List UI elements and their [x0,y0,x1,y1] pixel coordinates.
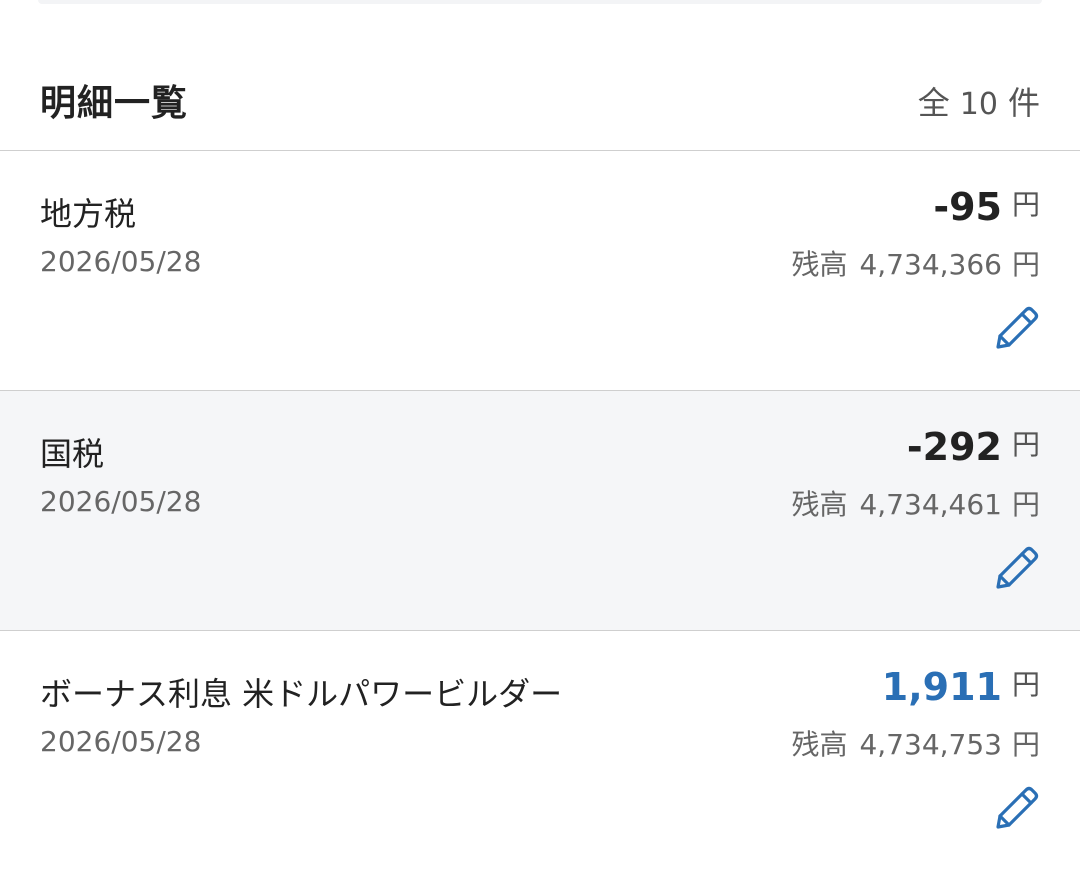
balance-group: 残高 4,734,753 円 [791,723,1040,763]
balance-group: 残高 4,734,461 円 [791,483,1040,523]
currency-unit: 円 [1011,188,1040,221]
page-title: 明細一覧 [40,83,189,124]
balance-value: 4,734,366 [859,248,1002,281]
balance-label: 残高 [791,488,848,521]
list-header: 明細一覧 全 10 件 [0,40,1080,151]
total-count: 全 10 件 [918,78,1040,124]
transaction-name: ボーナス利息 米ドルパワービルダー [40,675,563,713]
currency-unit: 円 [1011,668,1040,701]
balance-value: 4,734,461 [859,488,1002,521]
pencil-icon[interactable] [992,543,1042,593]
count-suffix: 件 [1007,84,1040,122]
currency-unit: 円 [1011,248,1040,281]
transaction-amount: 1,911 [881,665,1002,709]
transaction-amount-group: 1,911 円 [882,665,1040,709]
transaction-row[interactable]: ボーナス利息 米ドルパワービルダー 2026/05/28 1,911 円 残高 … [0,631,1080,870]
balance-label: 残高 [791,728,848,761]
transaction-name: 国税 [40,435,105,473]
pencil-icon[interactable] [992,303,1042,353]
transaction-amount: -292 [906,425,1002,469]
transaction-amount-group: -95 円 [933,185,1040,229]
balance-label: 残高 [791,248,848,281]
previous-card-edge [38,0,1042,4]
currency-unit: 円 [1011,428,1040,461]
transaction-date: 2026/05/28 [40,725,202,758]
transaction-date: 2026/05/28 [40,245,202,278]
currency-unit: 円 [1011,488,1040,521]
transaction-amount: -95 [933,185,1002,229]
transaction-list: 地方税 2026/05/28 -95 円 残高 4,734,366 円 国税 2… [0,151,1080,870]
pencil-icon[interactable] [992,783,1042,833]
transaction-row[interactable]: 国税 2026/05/28 -292 円 残高 4,734,461 円 [0,391,1080,631]
balance-group: 残高 4,734,366 円 [791,243,1040,283]
count-value: 10 [959,87,998,122]
transaction-date: 2026/05/28 [40,485,202,518]
currency-unit: 円 [1011,728,1040,761]
transaction-row[interactable]: 地方税 2026/05/28 -95 円 残高 4,734,366 円 [0,151,1080,391]
count-prefix: 全 [917,84,950,122]
balance-value: 4,734,753 [859,728,1002,761]
transaction-name: 地方税 [40,195,137,233]
transaction-amount-group: -292 円 [907,425,1040,469]
